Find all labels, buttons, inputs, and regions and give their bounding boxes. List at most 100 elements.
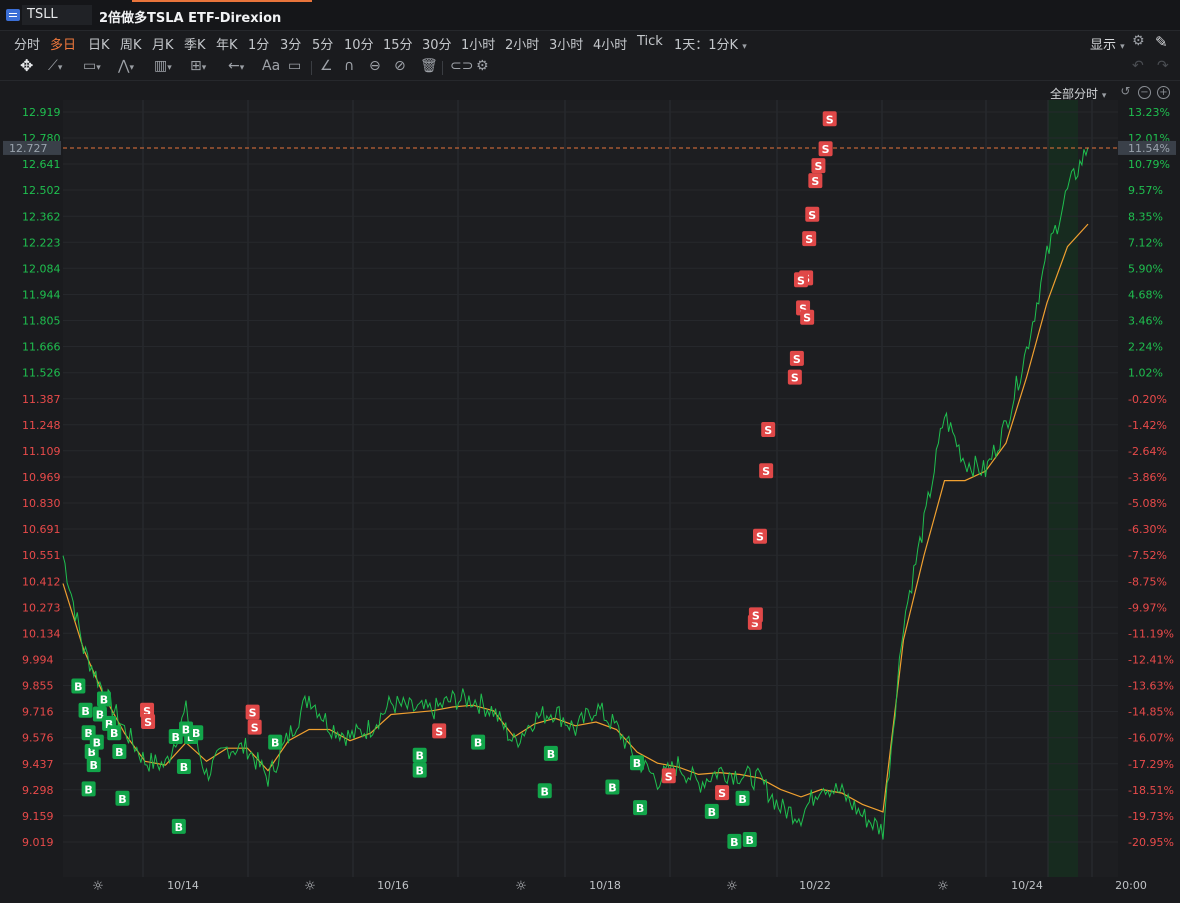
sell-marker: S [245, 704, 260, 720]
pct-tick-label: -3.86% [1128, 471, 1167, 484]
pct-tick-label: -18.51% [1128, 784, 1174, 797]
price-tick-label: 10.134 [22, 627, 61, 640]
pct-tick-label: 10.79% [1128, 158, 1170, 171]
pct-tick-label: 8.35% [1128, 210, 1163, 223]
price-tick-label: 11.109 [22, 445, 61, 458]
pct-tick-label: 9.57% [1128, 184, 1163, 197]
buy-marker-letter: B [175, 821, 183, 834]
sell-marker: S [432, 723, 447, 739]
price-tick-label: 9.159 [22, 810, 54, 823]
pct-tick-label: -12.41% [1128, 654, 1174, 667]
sell-marker: S [802, 231, 817, 247]
buy-marker: B [412, 747, 427, 763]
buy-marker-letter: B [636, 802, 644, 815]
buy-marker-letter: B [93, 737, 101, 750]
sell-marker: S [794, 272, 808, 288]
buy-marker-letter: B [608, 782, 616, 795]
buy-marker: B [86, 757, 101, 773]
buy-marker-letter: B [90, 759, 98, 772]
x-tick-label: 10/14 [167, 879, 199, 892]
buy-marker-letter: B [708, 806, 716, 819]
buy-marker-letter: B [474, 737, 482, 750]
buy-marker: B [107, 725, 122, 741]
pct-tick-label: -8.75% [1128, 575, 1167, 588]
premarket-sun-icon: ☼ [515, 879, 527, 894]
sell-marker: S [805, 206, 820, 222]
price-tick-label: 12.641 [22, 158, 61, 171]
pct-tick-label: -0.20% [1128, 393, 1167, 406]
buy-marker: B [189, 725, 204, 741]
price-tick-label: 11.805 [22, 315, 61, 328]
buy-marker: B [704, 803, 719, 819]
zoom-in-icon[interactable]: + [1157, 86, 1170, 99]
price-tick-label: 9.437 [22, 758, 54, 771]
sell-marker-letter: S [826, 113, 834, 126]
sell-marker: S [748, 607, 763, 623]
sell-marker: S [822, 111, 837, 127]
all-minutes-select[interactable]: 全部分时 ▾ [1050, 85, 1106, 102]
pct-tick-label: -14.85% [1128, 706, 1174, 719]
zoom-out-icon[interactable]: − [1138, 86, 1151, 99]
all-minutes-label: 全部分时 [1050, 87, 1099, 101]
price-tick-label: 10.691 [22, 523, 61, 536]
chevron-down-icon: ▾ [1101, 91, 1107, 101]
price-tick-label: 12.084 [22, 262, 61, 275]
pct-tick-label: -11.19% [1128, 627, 1174, 640]
pct-tick-label: -5.08% [1128, 497, 1167, 510]
sell-marker-letter: S [756, 531, 764, 544]
buy-marker: B [176, 758, 191, 774]
buy-marker: B [112, 743, 127, 759]
price-tick-label: 9.019 [22, 836, 54, 849]
price-tick-label: 9.855 [22, 680, 54, 693]
buy-marker-letter: B [730, 836, 738, 849]
pct-tick-label: -2.64% [1128, 445, 1167, 458]
buy-marker-letter: B [115, 746, 123, 759]
sell-marker-letter: S [814, 160, 822, 173]
buy-marker: B [71, 678, 86, 694]
buy-marker-letter: B [192, 727, 200, 740]
pct-tick-label: -20.95% [1128, 836, 1174, 849]
buy-marker-letter: B [74, 680, 82, 693]
price-tick-label: 11.387 [22, 393, 61, 406]
pct-tick-label: 2.24% [1128, 341, 1163, 354]
sell-marker: S [141, 714, 156, 730]
x-tick-label: 10/18 [589, 879, 621, 892]
price-tick-label: 12.362 [22, 210, 61, 223]
sell-marker: S [753, 528, 767, 544]
price-tick-label: 9.298 [22, 784, 54, 797]
sell-marker-letter: S [803, 312, 811, 325]
sell-marker-letter: S [435, 725, 443, 738]
buy-marker: B [735, 790, 750, 806]
pct-tick-label: 3.46% [1128, 315, 1163, 328]
sell-marker: S [818, 141, 833, 157]
reset-zoom-icon[interactable]: ↺ [1120, 85, 1131, 97]
current-pct-value: 11.54% [1128, 142, 1170, 155]
buy-marker: B [115, 790, 130, 806]
x-tick-label: 10/16 [377, 879, 409, 892]
buy-marker: B [171, 818, 186, 834]
sell-marker-letter: S [764, 424, 772, 437]
sell-marker: S [800, 309, 815, 325]
buy-marker: B [742, 831, 757, 847]
sell-marker-letter: S [811, 175, 819, 188]
buy-marker: B [630, 755, 644, 771]
buy-marker-letter: B [110, 727, 118, 740]
pct-tick-label: -13.63% [1128, 680, 1174, 693]
pct-tick-label: -1.42% [1128, 419, 1167, 432]
buy-marker: B [543, 745, 558, 761]
x-tick-label: 10/24 [1011, 879, 1043, 892]
buy-marker: B [81, 781, 96, 797]
buy-marker-letter: B [172, 731, 180, 744]
buy-marker-letter: B [738, 793, 746, 806]
buy-marker: B [89, 734, 104, 750]
sell-marker: S [787, 369, 802, 385]
pct-tick-label: 7.12% [1128, 236, 1163, 249]
price-chart[interactable]: BBBBBBBBBBBBBBBBBBBBBBBBBBBBBBBBSSSSSSSS… [0, 0, 1180, 902]
sell-marker-letter: S [718, 787, 726, 800]
sell-marker-letter: S [797, 274, 805, 287]
sell-marker-letter: S [822, 143, 830, 156]
sell-marker-letter: S [665, 770, 673, 783]
x-tick-label: 20:00 [1115, 879, 1147, 892]
x-tick-label: 10/22 [799, 879, 831, 892]
sell-marker-letter: S [144, 716, 152, 729]
